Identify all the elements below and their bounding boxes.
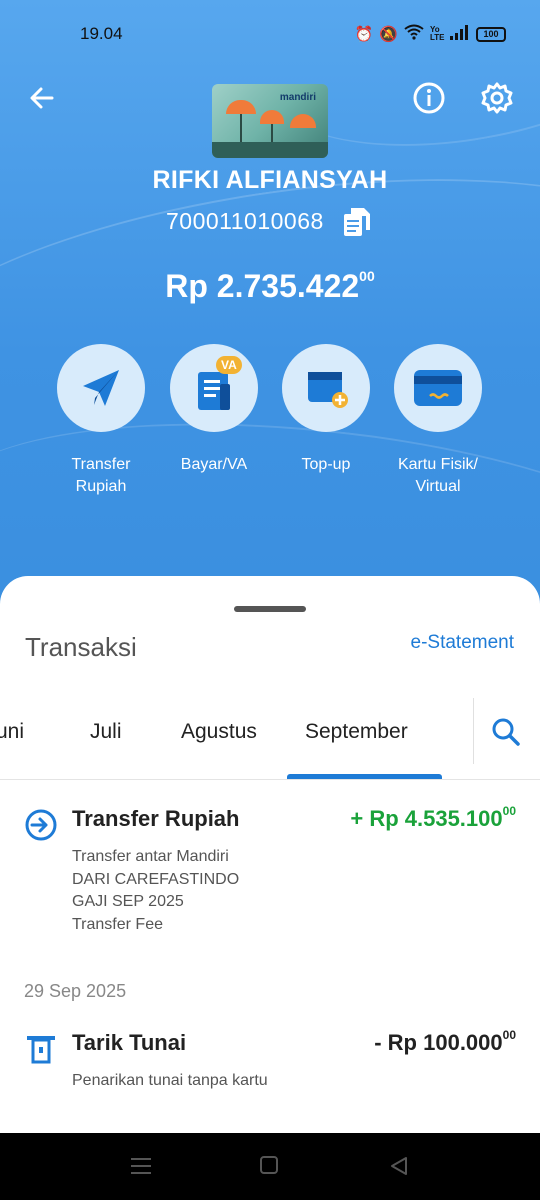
action-label: Kartu Fisik/ xyxy=(397,456,478,473)
balance-value: Rp 2.735.422 xyxy=(165,268,360,304)
amount-value: + Rp 4.535.100 xyxy=(350,806,503,831)
info-icon xyxy=(413,82,445,114)
account-header: 19.04 ⏰ 🔕 Yo LTE 100 mandiri RIFKI ALFIA… xyxy=(0,0,540,640)
copy-button[interactable] xyxy=(342,206,372,238)
va-badge: VA xyxy=(216,356,242,374)
desc-line: DARI CAREFASTINDO xyxy=(72,870,240,888)
transaction-title: Tarik Tunai xyxy=(72,1030,187,1055)
home-icon xyxy=(260,1156,278,1174)
desc-line: Transfer Fee xyxy=(72,915,163,933)
topup-button[interactable]: Top-up xyxy=(266,344,386,476)
status-time: 19.04 xyxy=(80,24,123,43)
balance-cents: 00 xyxy=(359,268,375,285)
month-tabs: uni Juli Agustus September xyxy=(0,694,540,780)
signal-icon xyxy=(450,24,470,44)
bayar-va-button[interactable]: VA Bayar/VA xyxy=(154,344,274,476)
estatement-link[interactable]: e-Statement xyxy=(411,632,515,654)
account-name: RIFKI ALFIANSYAH xyxy=(152,166,388,194)
copy-icon xyxy=(344,208,370,236)
transaction-description: Penarikan tunai tanpa kartu xyxy=(72,1070,268,1093)
send-icon xyxy=(83,370,119,406)
active-tab-indicator xyxy=(287,774,442,779)
action-label-2: Virtual xyxy=(415,478,461,495)
card-brand-logo: mandiri xyxy=(279,92,316,103)
system-nav-bar xyxy=(0,1133,540,1200)
tab-divider xyxy=(473,698,474,764)
triangle-back-icon xyxy=(391,1157,407,1175)
back-nav-button[interactable] xyxy=(388,1155,410,1182)
transaction-amount: + Rp 4.535.10000 xyxy=(350,803,516,832)
desc-line: Penarikan tunai tanpa kartu xyxy=(72,1072,268,1089)
account-balance: Rp 2.735.42200 xyxy=(0,268,540,305)
action-label: Top-up xyxy=(301,456,351,473)
back-button[interactable] xyxy=(22,78,62,118)
home-nav-button[interactable] xyxy=(259,1155,281,1182)
transfer-in-icon xyxy=(24,808,58,842)
network-label: Yo LTE xyxy=(430,25,445,42)
amount-cents: 00 xyxy=(502,803,516,818)
menu-icon xyxy=(131,1158,151,1174)
account-number: 700011010068 xyxy=(166,208,324,234)
card-button[interactable]: Kartu Fisik/Virtual xyxy=(378,344,498,498)
tab-juli[interactable]: Juli xyxy=(90,720,122,744)
tab-juni[interactable]: uni xyxy=(0,720,24,744)
tab-september[interactable]: September xyxy=(305,720,408,744)
gear-icon xyxy=(481,82,513,114)
desc-line: GAJI SEP 2025 xyxy=(72,893,184,910)
section-title: Transaksi xyxy=(25,632,137,662)
card-thumbnail[interactable]: mandiri xyxy=(212,84,328,158)
alarm-icon: ⏰ xyxy=(354,26,374,43)
amount-value: - Rp 100.000 xyxy=(374,1030,503,1055)
transaction-title: Transfer Rupiah xyxy=(72,806,240,831)
amount-cents: 00 xyxy=(502,1027,516,1042)
wifi-icon xyxy=(404,24,424,44)
card-icon xyxy=(414,370,462,406)
transaction-description: Transfer antar Mandiri DARI CAREFASTINDO… xyxy=(72,846,239,936)
search-icon xyxy=(492,718,520,746)
search-button[interactable] xyxy=(490,716,522,748)
arrow-left-icon xyxy=(30,87,54,109)
transaction-amount: - Rp 100.00000 xyxy=(374,1027,516,1056)
desc-line: Transfer antar Mandiri xyxy=(72,848,229,865)
date-header: 29 Sep 2025 xyxy=(24,981,127,1001)
menu-nav-button[interactable] xyxy=(130,1155,152,1182)
battery-icon: 100 xyxy=(476,26,506,42)
wallet-topup-icon xyxy=(308,372,348,408)
action-label: Bayar/VA xyxy=(180,456,248,473)
mute-icon: 🔕 xyxy=(379,26,398,43)
atm-withdraw-icon xyxy=(24,1032,58,1066)
info-button[interactable] xyxy=(409,78,449,118)
tab-agustus[interactable]: Agustus xyxy=(181,720,257,744)
action-label-2: Rupiah xyxy=(75,478,127,495)
status-bar: 19.04 ⏰ 🔕 Yo LTE 100 xyxy=(0,22,540,48)
action-label: Transfer xyxy=(71,456,131,473)
transfer-rupiah-button[interactable]: Transfer Rupiah xyxy=(41,344,161,498)
settings-button[interactable] xyxy=(477,78,517,118)
sheet-handle[interactable] xyxy=(234,606,306,612)
